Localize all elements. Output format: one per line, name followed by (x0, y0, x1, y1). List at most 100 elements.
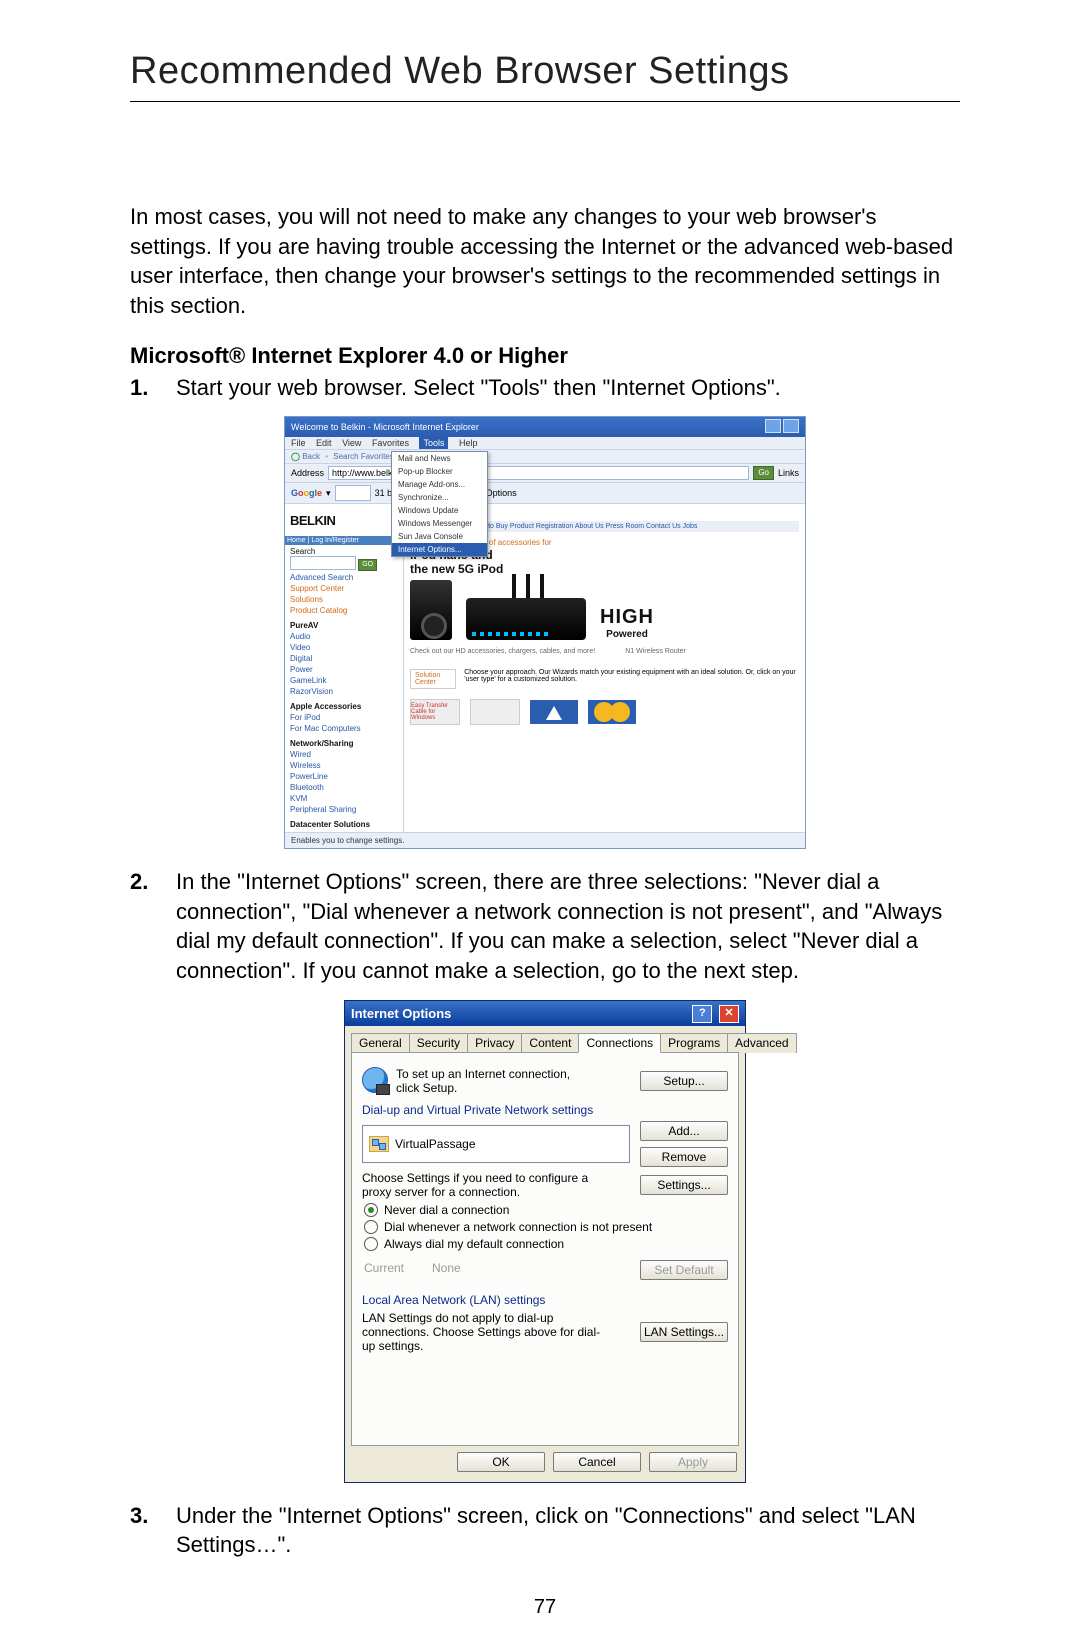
sidebar-wired[interactable]: Wired (290, 750, 398, 759)
links-label[interactable]: Links (778, 468, 799, 478)
nav-home[interactable]: Home (287, 537, 306, 544)
brand-tile-2[interactable] (470, 699, 520, 725)
toolbar-back[interactable]: ◯ (291, 452, 300, 461)
tools-sunjava[interactable]: Sun Java Console (392, 530, 487, 543)
menu-tools[interactable]: Tools (419, 437, 448, 449)
brand-tile-1[interactable]: Easy Transfer Cable for Windows (410, 699, 460, 725)
lan-text: LAN Settings do not apply to dial-up con… (362, 1311, 602, 1353)
sidebar-powerline[interactable]: PowerLine (290, 772, 398, 781)
toolbar-misc[interactable]: Search Favorites (333, 452, 393, 461)
page-number: 77 (130, 1596, 960, 1619)
tools-mail[interactable]: Mail and News (392, 452, 487, 465)
radio-always[interactable] (364, 1237, 378, 1251)
tab-general[interactable]: General (351, 1033, 410, 1053)
small-text-2: N1 Wireless Router (625, 648, 686, 655)
address-label: Address (291, 468, 324, 478)
nav-strip[interactable]: Home | Log In/Register (285, 536, 403, 545)
tools-sync[interactable]: Synchronize... (392, 491, 487, 504)
sidebar-search-input[interactable] (290, 556, 356, 570)
sidebar-support[interactable]: Support Center (290, 584, 398, 593)
sidebar-gamelink[interactable]: GameLink (290, 676, 398, 685)
network-icon (369, 1136, 389, 1152)
tools-messenger[interactable]: Windows Messenger (392, 517, 487, 530)
step-1: Start your web browser. Select "Tools" t… (130, 373, 960, 403)
sidebar-mac[interactable]: For Mac Computers (290, 724, 398, 733)
cancel-button[interactable]: Cancel (553, 1452, 641, 1472)
powered-label: Powered (600, 629, 654, 640)
solution-badge[interactable]: Solution Center (410, 669, 456, 689)
sidebar-cat-apple: Apple Accessories (290, 702, 398, 711)
brand-tile-4[interactable] (588, 700, 636, 724)
sidebar-periph[interactable]: Peripheral Sharing (290, 805, 398, 814)
lan-settings-button[interactable]: LAN Settings... (640, 1322, 728, 1342)
title-divider (130, 101, 960, 102)
belkin-logo: BELKIN (290, 507, 398, 534)
group-lan-label: Local Area Network (LAN) settings (362, 1293, 728, 1307)
subheading-ie: Microsoft® Internet Explorer 4.0 or High… (130, 343, 960, 369)
menu-file[interactable]: File (291, 438, 306, 448)
tab-content[interactable]: Content (521, 1033, 579, 1053)
vpn-listbox[interactable]: VirtualPassage (362, 1125, 630, 1163)
sidebar-solutions[interactable]: Solutions (290, 595, 398, 604)
high-label: HIGH (600, 606, 654, 629)
ok-button[interactable]: OK (457, 1452, 545, 1472)
sidebar-ipod[interactable]: For iPod (290, 713, 398, 722)
toolbar-back-label[interactable]: Back (302, 452, 320, 461)
radio-dial-when-label: Dial whenever a network connection is no… (384, 1220, 652, 1234)
tools-addons[interactable]: Manage Add-ons... (392, 478, 487, 491)
sidebar-video[interactable]: Video (290, 643, 398, 652)
setup-button[interactable]: Setup... (640, 1071, 728, 1091)
menu-favorites[interactable]: Favorites (372, 438, 409, 448)
google-search-input[interactable] (335, 485, 371, 501)
figure-internet-options-dialog: Internet Options ? ✕ General Security Pr… (344, 1000, 746, 1483)
sidebar-kvm[interactable]: KVM (290, 794, 398, 803)
tools-dropdown: Mail and News Pop-up Blocker Manage Add-… (391, 451, 488, 557)
tab-programs[interactable]: Programs (660, 1033, 728, 1053)
tools-popup[interactable]: Pop-up Blocker (392, 465, 487, 478)
sidebar-catalog[interactable]: Product Catalog (290, 606, 398, 615)
radio-dial-when[interactable] (364, 1220, 378, 1234)
sidebar-go-button[interactable]: GO (358, 559, 377, 571)
step-3-text: Under the "Internet Options" screen, cli… (176, 1503, 916, 1558)
set-default-button: Set Default (640, 1260, 728, 1280)
solution-text: Choose your approach. Our Wizards match … (464, 669, 799, 689)
tab-privacy[interactable]: Privacy (467, 1033, 522, 1053)
radio-never[interactable] (364, 1203, 378, 1217)
menu-view[interactable]: View (342, 438, 361, 448)
step-3: Under the "Internet Options" screen, cli… (130, 1501, 960, 1560)
window-control-icons[interactable] (763, 419, 799, 435)
step-1-text: Start your web browser. Select "Tools" t… (176, 375, 781, 400)
current-value: None (432, 1261, 461, 1275)
figure-browser-window: Welcome to Belkin - Microsoft Internet E… (284, 416, 806, 849)
sidebar-power[interactable]: Power (290, 665, 398, 674)
help-icon[interactable]: ? (692, 1005, 712, 1023)
tools-internet-options[interactable]: Internet Options... (392, 543, 487, 556)
nav-login[interactable]: Log In/Register (311, 537, 358, 544)
close-icon[interactable]: ✕ (719, 1005, 739, 1023)
radio-never-label: Never dial a connection (384, 1203, 509, 1217)
ipod-image (410, 580, 452, 640)
menu-help[interactable]: Help (459, 438, 478, 448)
tab-connections[interactable]: Connections (578, 1033, 661, 1053)
tab-security[interactable]: Security (409, 1033, 468, 1053)
router-image (466, 598, 586, 640)
sidebar-razor[interactable]: RazorVision (290, 687, 398, 696)
vpn-item[interactable]: VirtualPassage (395, 1137, 476, 1151)
sidebar-audio[interactable]: Audio (290, 632, 398, 641)
sidebar-cat-pureav: PureAV (290, 621, 398, 630)
sidebar-bluetooth[interactable]: Bluetooth (290, 783, 398, 792)
brand-tile-3[interactable] (530, 700, 578, 724)
sidebar-digital[interactable]: Digital (290, 654, 398, 663)
menu-edit[interactable]: Edit (316, 438, 332, 448)
sidebar-wireless[interactable]: Wireless (290, 761, 398, 770)
tools-winupdate[interactable]: Windows Update (392, 504, 487, 517)
sidebar-advanced-search[interactable]: Advanced Search (290, 573, 398, 582)
setup-text: To set up an Internet connection, click … (396, 1067, 596, 1095)
add-button[interactable]: Add... (640, 1121, 728, 1141)
apply-button: Apply (649, 1452, 737, 1472)
proxy-text: Choose Settings if you need to configure… (362, 1171, 602, 1199)
settings-button[interactable]: Settings... (640, 1175, 728, 1195)
remove-button[interactable]: Remove (640, 1147, 728, 1167)
go-button[interactable]: Go (753, 466, 774, 480)
tab-advanced[interactable]: Advanced (727, 1033, 796, 1053)
